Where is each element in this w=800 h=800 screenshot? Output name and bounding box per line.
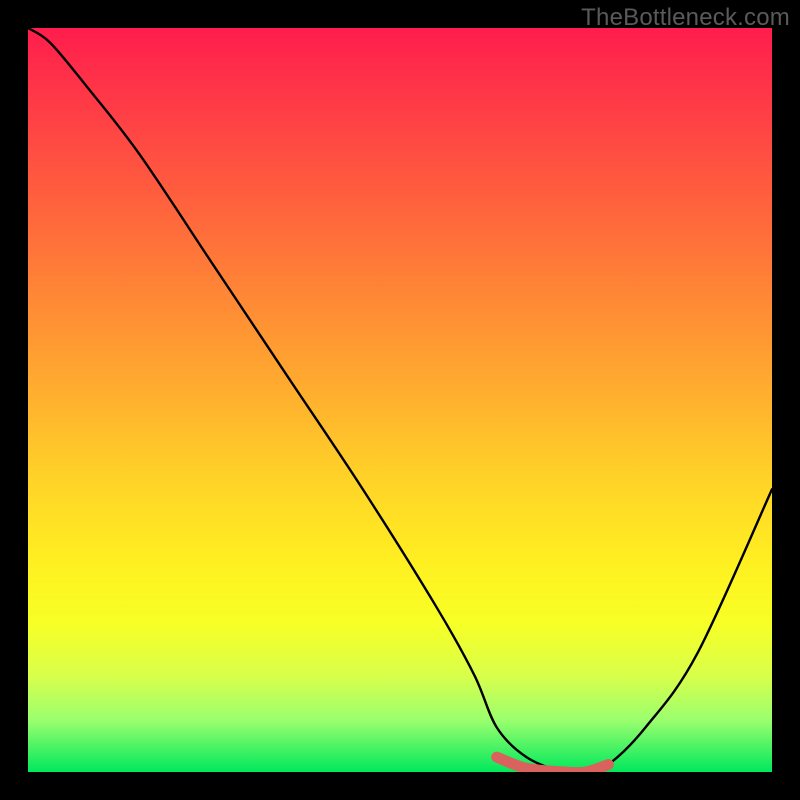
chart-frame: TheBottleneck.com [0,0,800,800]
curve-overlay [28,28,772,772]
plot-area [28,28,772,772]
bottleneck-curve [28,28,772,772]
optimal-range-marker [497,757,609,772]
